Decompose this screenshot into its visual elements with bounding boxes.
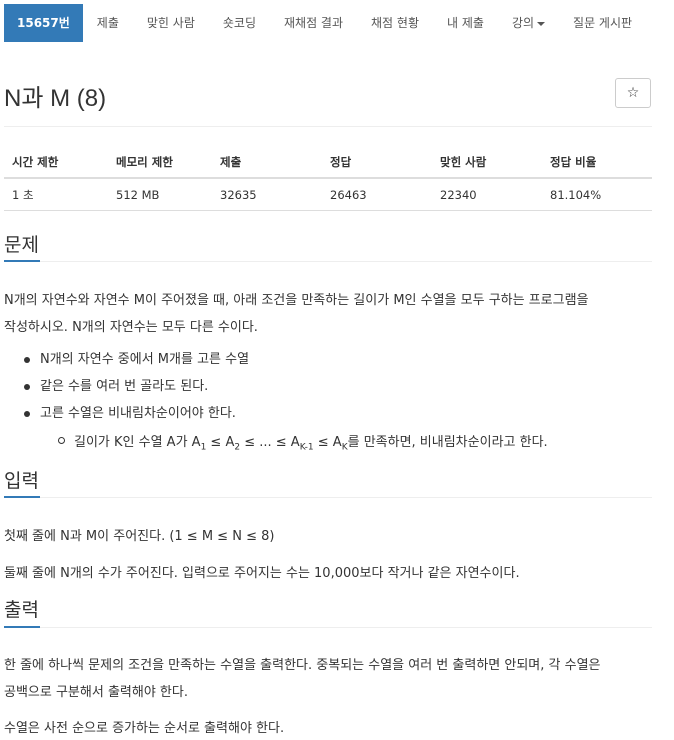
sub-text-pre: 길이가 K인 수열 A가 A [74,435,201,450]
nav-my-submissions[interactable]: 내 제출 [433,4,498,42]
output-description-line: 한 줄에 하나씩 문제의 조건을 만족하는 수열을 출력한다. 중복되는 수열을… [4,658,601,673]
nav-judge-status[interactable]: 채점 현황 [357,4,433,42]
list-item-text: 같은 수를 여러 번 골라도 된다. [40,379,209,394]
header-time-limit: 시간 제한 [4,146,108,179]
sub-text-mid1: ≤ A [206,435,235,450]
bullet-icon [24,357,30,363]
page-title: N과 M (8) [4,85,107,112]
title-divider [4,126,652,127]
list-item-text: N개의 자연수 중에서 M개를 고른 수열 [40,352,250,367]
value-memory-limit: 512 MB [108,178,212,211]
section-accent [4,260,40,262]
value-submissions: 32635 [212,178,322,211]
header-accepted: 정답 [322,146,432,179]
problem-description-line: 작성하시오. N개의 자연수는 모두 다른 수이다. [4,320,258,335]
section-divider [4,627,652,628]
circle-bullet-icon [58,437,65,444]
problem-nav: 15657번 제출 맞힌 사람 숏코딩 재채점 결과 채점 현황 내 제출 강의… [4,4,646,42]
nav-lecture-label: 강의 [511,16,535,30]
header-submissions: 제출 [212,146,322,179]
nav-problem-id[interactable]: 15657번 [4,4,83,42]
value-time-limit: 1 초 [4,178,108,211]
sub-text-mid2: ≤ ... ≤ A [240,435,300,450]
section-accent [4,496,40,498]
value-accepted: 26463 [322,178,432,211]
input-description-line: 둘째 줄에 N개의 수가 주어진다. 입력으로 주어지는 수는 10,000보다… [4,566,520,581]
problem-heading: 문제 [4,234,39,256]
list-item: 같은 수를 여러 번 골라도 된다. [24,377,249,404]
list-item-text: 고른 수열은 비내림차순이어야 한다. [40,406,236,421]
section-accent [4,626,40,628]
nested-list-item: 길이가 K인 수열 A가 A1 ≤ A2 ≤ ... ≤ AK-1 ≤ AK를 … [58,431,548,453]
problem-conditions-list: N개의 자연수 중에서 M개를 고른 수열 같은 수를 여러 번 골라도 된다.… [24,350,249,431]
section-divider [4,261,652,262]
output-description-line: 수열은 사전 순으로 증가하는 순서로 출력해야 한다. [4,721,285,736]
list-item: 고른 수열은 비내림차순이어야 한다. [24,404,249,431]
section-divider [4,497,652,498]
value-accept-ratio: 81.104% [542,178,652,211]
input-heading: 입력 [4,470,39,492]
header-solved-users: 맞힌 사람 [432,146,542,179]
header-memory-limit: 메모리 제한 [108,146,212,179]
nav-question-board[interactable]: 질문 게시판 [559,4,646,42]
sub-text-mid3: ≤ A [313,435,342,450]
list-item: N개의 자연수 중에서 M개를 고른 수열 [24,350,249,377]
output-heading: 출력 [4,599,39,621]
bullet-icon [24,411,30,417]
star-icon: ☆ [626,85,640,101]
problem-description-line: N개의 자연수와 자연수 M이 주어졌을 때, 아래 조건을 만족하는 길이가 … [4,293,589,308]
nav-lecture-dropdown[interactable]: 강의 [498,4,559,42]
nav-solved-users[interactable]: 맞힌 사람 [133,4,209,42]
problem-info-table: 시간 제한 메모리 제한 제출 정답 맞힌 사람 정답 비율 1 초 512 M… [4,146,652,211]
subscript-k-1: K-1 [299,442,314,453]
input-description-line: 첫째 줄에 N과 M이 주어진다. (1 ≤ M ≤ N ≤ 8) [4,529,275,544]
bullet-icon [24,384,30,390]
table-row: 1 초 512 MB 32635 26463 22340 81.104% [4,178,652,211]
value-solved-users: 22340 [432,178,542,211]
star-button[interactable]: ☆ [615,78,651,108]
nav-short-coding[interactable]: 숏코딩 [209,4,270,42]
nav-rejudge-results[interactable]: 재채점 결과 [270,4,357,42]
sub-text-post: 를 만족하면, 비내림차순이라고 한다. [347,435,548,450]
table-header-row: 시간 제한 메모리 제한 제출 정답 맞힌 사람 정답 비율 [4,146,652,179]
nav-submit[interactable]: 제출 [83,4,133,42]
output-description-line: 공백으로 구분해서 출력해야 한다. [4,685,188,700]
header-accept-ratio: 정답 비율 [542,146,652,179]
caret-down-icon [537,21,546,26]
